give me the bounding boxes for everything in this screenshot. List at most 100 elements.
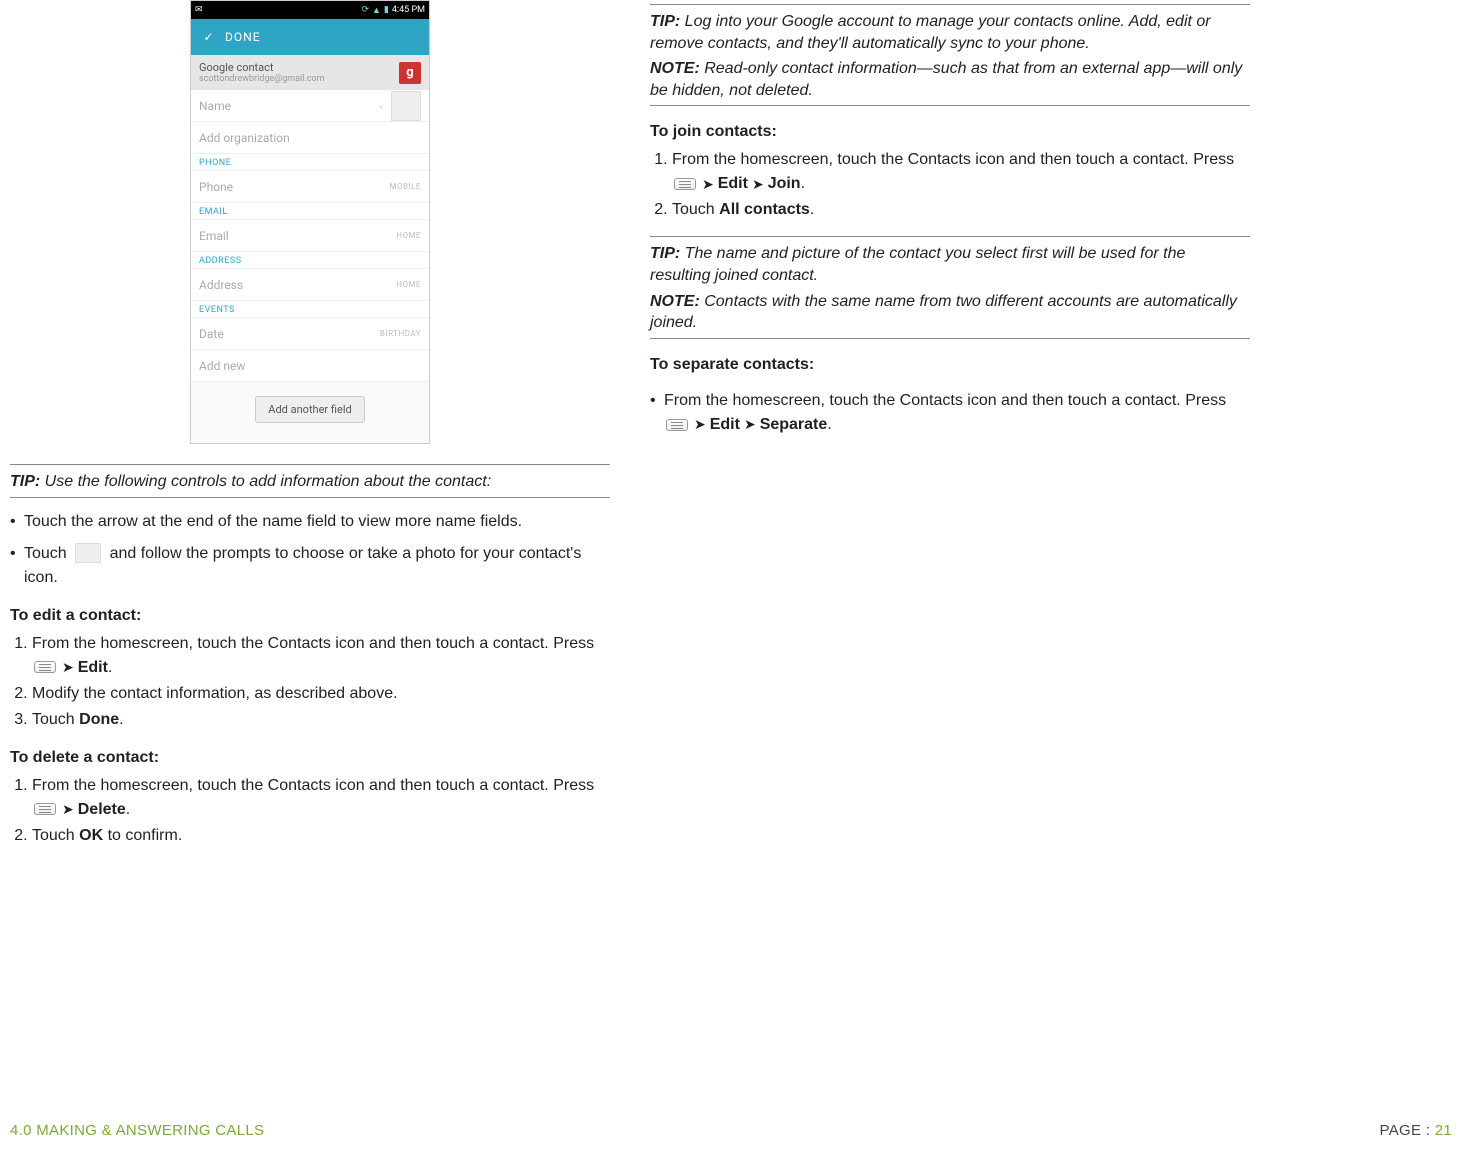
- bullet-2a: Touch: [24, 545, 71, 562]
- edit-step-3a: Touch: [32, 711, 79, 728]
- email-section-label: EMAIL: [191, 203, 429, 220]
- arrow-icon: ➤: [744, 414, 756, 435]
- edit-word: Edit: [718, 175, 748, 192]
- page-footer: 4.0 MAKING & ANSWERING CALLS PAGE : 21: [10, 1122, 1452, 1139]
- page-number: 21: [1435, 1122, 1452, 1139]
- action-bar: ✓ DONE: [191, 19, 429, 55]
- email-field: Email HOME: [191, 220, 429, 252]
- name-field: Name ⌄: [191, 90, 429, 122]
- arrow-icon: ➤: [694, 414, 706, 435]
- join-step-1: From the homescreen, touch the Contacts …: [672, 148, 1250, 196]
- join-word: Join: [768, 175, 801, 192]
- edit-step-3: Touch Done.: [32, 708, 610, 732]
- arrow-icon: ➤: [702, 174, 714, 195]
- date-field: Date BIRTHDAY: [191, 318, 429, 350]
- date-type: BIRTHDAY: [380, 329, 421, 338]
- arrow-icon: ➤: [62, 657, 74, 678]
- note-label: NOTE:: [650, 60, 700, 77]
- rule: [10, 497, 610, 498]
- rule: [650, 236, 1250, 237]
- note-1: NOTE: Read-only contact information—such…: [650, 58, 1250, 101]
- battery-icon: ▮: [384, 5, 389, 15]
- menu-icon: [34, 661, 56, 673]
- delete-step-1: From the homescreen, touch the Contacts …: [32, 774, 610, 822]
- tip-3: TIP: The name and picture of the contact…: [650, 243, 1250, 286]
- tip-label: TIP:: [10, 473, 40, 490]
- google-badge: g: [399, 62, 421, 84]
- email-placeholder: Email: [199, 229, 396, 243]
- phone-type: MOBILE: [389, 182, 421, 191]
- separate-step-1: From the homescreen, touch the Contacts …: [650, 389, 1250, 437]
- note-text: Read-only contact information—such as th…: [650, 60, 1242, 99]
- check-icon: ✓: [201, 29, 217, 45]
- tip-text: Use the following controls to add inform…: [40, 473, 491, 490]
- join-step-2a: Touch: [672, 201, 719, 218]
- org-placeholder: Add organization: [199, 131, 421, 145]
- account-type: Google contact: [199, 61, 399, 74]
- ok-word: OK: [79, 827, 103, 844]
- separate-step-1a: From the homescreen, touch the Contacts …: [664, 392, 1226, 409]
- join-step-1a: From the homescreen, touch the Contacts …: [672, 151, 1234, 168]
- done-label: DONE: [225, 30, 261, 44]
- heading-join: To join contacts:: [650, 120, 1250, 144]
- footer-page: PAGE : 21: [1380, 1122, 1452, 1139]
- date-placeholder: Date: [199, 327, 380, 341]
- arrow-icon: ➤: [62, 799, 74, 820]
- events-section-label: EVENTS: [191, 301, 429, 318]
- bullet-2b: and follow the prompts to choose or take…: [24, 545, 581, 586]
- phone-screenshot: ✉ ⟳ ▲ ▮ 4:45 PM ✓ DONE Google contact sc…: [190, 0, 430, 444]
- menu-icon: [34, 803, 56, 815]
- phone-section-label: PHONE: [191, 154, 429, 171]
- edit-word: Edit: [710, 416, 740, 433]
- page-prefix: PAGE :: [1380, 1122, 1435, 1139]
- edit-step-2: Modify the contact information, as descr…: [32, 682, 610, 706]
- rule: [650, 105, 1250, 106]
- account-row: Google contact scottondrewbridge@gmail.c…: [191, 55, 429, 90]
- address-section-label: ADDRESS: [191, 252, 429, 269]
- tip-label: TIP:: [650, 13, 680, 30]
- delete-step-1a: From the homescreen, touch the Contacts …: [32, 777, 594, 794]
- bullet-2: Touch and follow the prompts to choose o…: [10, 542, 610, 590]
- tip-1: TIP: Use the following controls to add i…: [10, 471, 610, 493]
- addnew-field: Add new: [191, 350, 429, 382]
- heading-edit: To edit a contact:: [10, 604, 610, 628]
- rule: [10, 464, 610, 465]
- edit-step-1: From the homescreen, touch the Contacts …: [32, 632, 610, 680]
- status-time: 4:45 PM: [392, 5, 425, 15]
- address-type: HOME: [396, 280, 421, 289]
- allcontacts-word: All contacts: [719, 201, 810, 218]
- add-another-field-button: Add another field: [255, 396, 364, 423]
- phone-placeholder: Phone: [199, 180, 389, 194]
- done-word: Done: [79, 711, 119, 728]
- chevron-down-icon: ⌄: [377, 100, 385, 111]
- menu-icon: [674, 178, 696, 190]
- edit-step-1a: From the homescreen, touch the Contacts …: [32, 635, 594, 652]
- signal-icon: ▲: [372, 5, 381, 16]
- tip-text: Log into your Google account to manage y…: [650, 13, 1211, 52]
- address-field: Address HOME: [191, 269, 429, 301]
- addnew-placeholder: Add new: [199, 359, 421, 373]
- sync-icon: ⟳: [361, 5, 369, 15]
- heading-delete: To delete a contact:: [10, 746, 610, 770]
- address-placeholder: Address: [199, 278, 396, 292]
- tip-2: TIP: Log into your Google account to man…: [650, 11, 1250, 54]
- edit-word: Edit: [78, 659, 108, 676]
- heading-separate: To separate contacts:: [650, 353, 1250, 377]
- status-bar: ✉ ⟳ ▲ ▮ 4:45 PM: [191, 1, 429, 19]
- note-2: NOTE: Contacts with the same name from t…: [650, 291, 1250, 334]
- phone-field: Phone MOBILE: [191, 171, 429, 203]
- name-placeholder: Name: [199, 99, 373, 113]
- tip-label: TIP:: [650, 245, 680, 262]
- email-type: HOME: [396, 231, 421, 240]
- separate-word: Separate: [760, 416, 828, 433]
- contact-photo-thumb: [391, 91, 421, 121]
- note-text: Contacts with the same name from two dif…: [650, 293, 1237, 332]
- tip-text: The name and picture of the contact you …: [650, 245, 1185, 284]
- note-label: NOTE:: [650, 293, 700, 310]
- rule: [650, 4, 1250, 5]
- join-step-2: Touch All contacts.: [672, 198, 1250, 222]
- org-field: Add organization: [191, 122, 429, 154]
- delete-word: Delete: [78, 801, 126, 818]
- menu-icon: [666, 419, 688, 431]
- rule: [650, 338, 1250, 339]
